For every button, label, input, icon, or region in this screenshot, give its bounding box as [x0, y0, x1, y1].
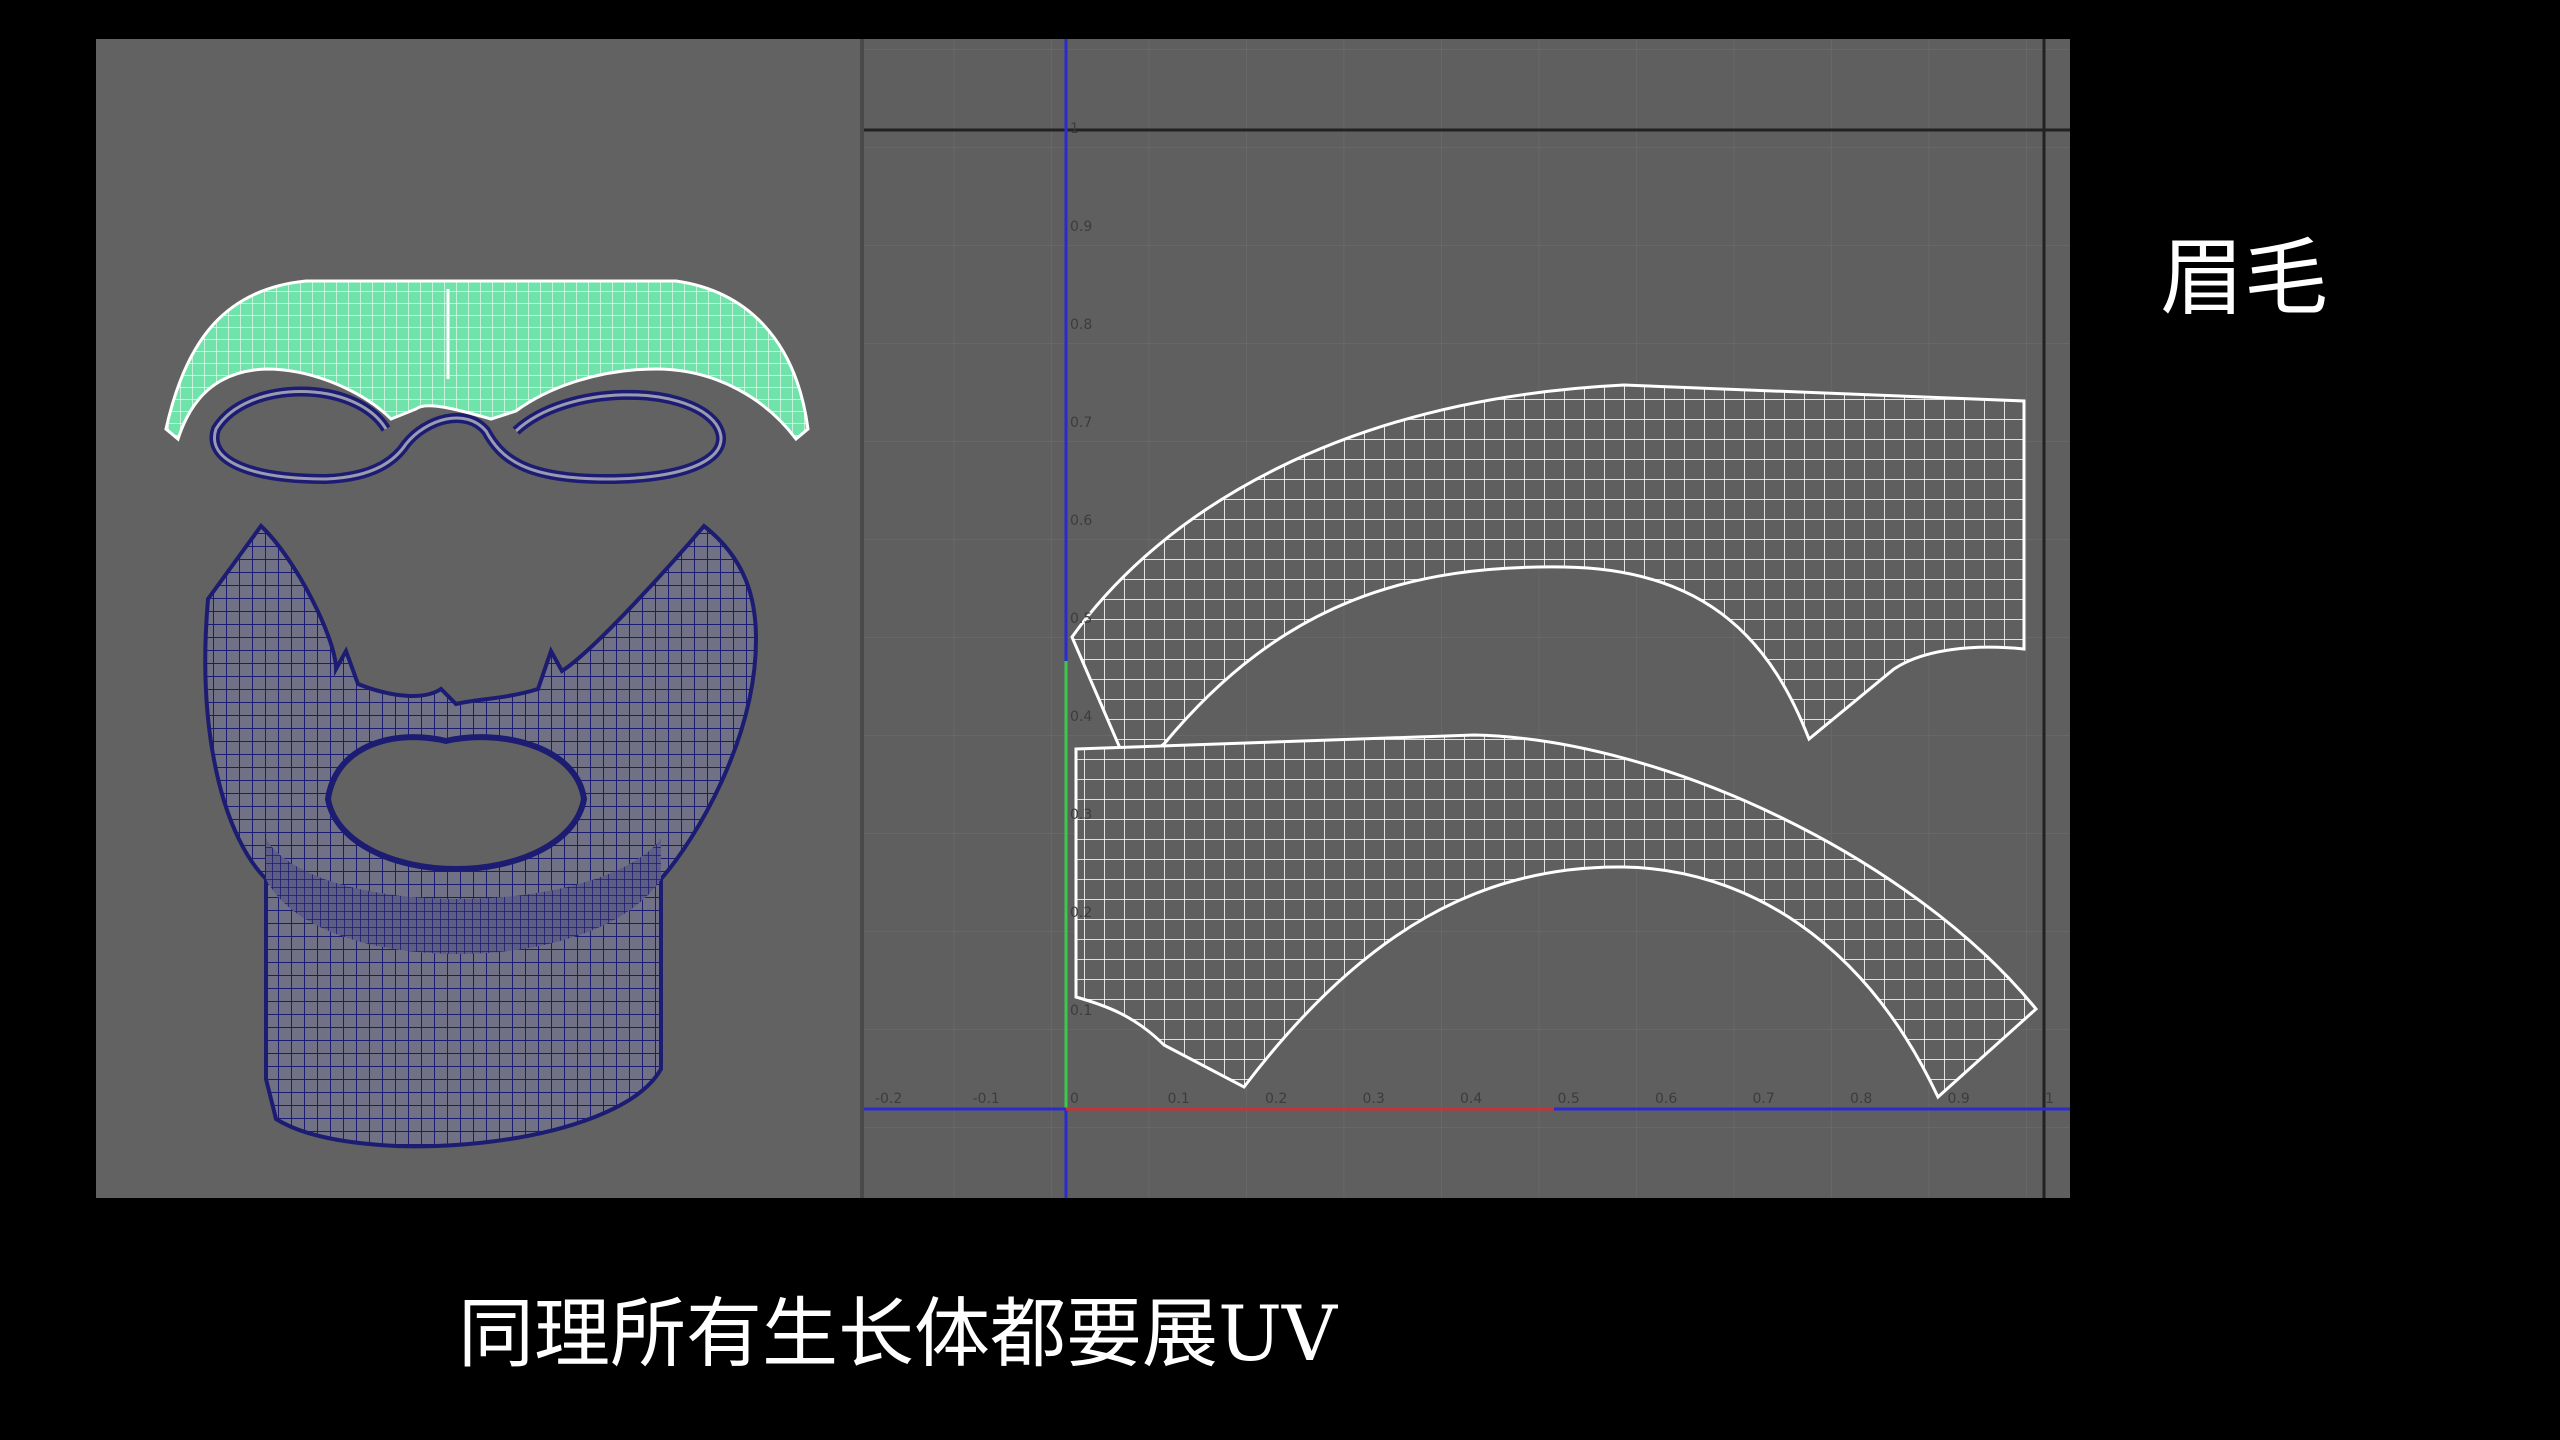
u-tick-label: 0.4 — [1460, 1091, 1482, 1107]
u-tick-label: 0 — [1070, 1091, 1079, 1107]
v-tick-label: 0.4 — [1070, 709, 1092, 725]
u-tick-label: 0.6 — [1655, 1091, 1677, 1107]
uv-editor[interactable]: -0.2 -0.1 0 0.1 0.2 0.3 0.4 0.5 0.6 0.7 0.8 0.9 1 1 0… — [860, 39, 2070, 1198]
v-tick-label: 0.8 — [1070, 317, 1092, 333]
mouth-hole — [324, 734, 588, 873]
v-tick-label: 1 — [1070, 121, 1079, 137]
caption-text: 同理所有生长体都要展UV — [458, 1289, 1337, 1378]
u-tick-label: 0.1 — [1168, 1091, 1190, 1107]
v-tick-label: 0.5 — [1070, 611, 1092, 627]
v-tick-label: 0.3 — [1070, 807, 1092, 823]
u-tick-label: 0.2 — [1265, 1091, 1287, 1107]
u-tick-label: -0.1 — [973, 1091, 1000, 1107]
u-tick-label: 0.5 — [1558, 1091, 1580, 1107]
viewport-3d[interactable] — [96, 39, 860, 1198]
v-tick-label: 0.6 — [1070, 513, 1092, 529]
u-tick-label: -0.2 — [875, 1091, 902, 1107]
eyebrow-label: 眉毛 — [2160, 229, 2329, 327]
u-tick-label: 0.8 — [1850, 1091, 1872, 1107]
v-tick-label: 0.2 — [1070, 905, 1092, 921]
v-tick-label: 0.9 — [1070, 219, 1092, 235]
u-tick-label: 0.3 — [1363, 1091, 1385, 1107]
mesh-viewport-drawing — [164, 279, 810, 1149]
v-tick-label: 0.7 — [1070, 415, 1092, 431]
u-tick-label: 0.9 — [1948, 1091, 1970, 1107]
u-tick-label: 1 — [2045, 1091, 2054, 1107]
v-tick-label: 0.1 — [1070, 1003, 1092, 1019]
uv-editor-canvas: -0.2 -0.1 0 0.1 0.2 0.3 0.4 0.5 0.6 0.7 0.8 0.9 1 1 0… — [864, 39, 2070, 1198]
u-tick-label: 0.7 — [1753, 1091, 1775, 1107]
